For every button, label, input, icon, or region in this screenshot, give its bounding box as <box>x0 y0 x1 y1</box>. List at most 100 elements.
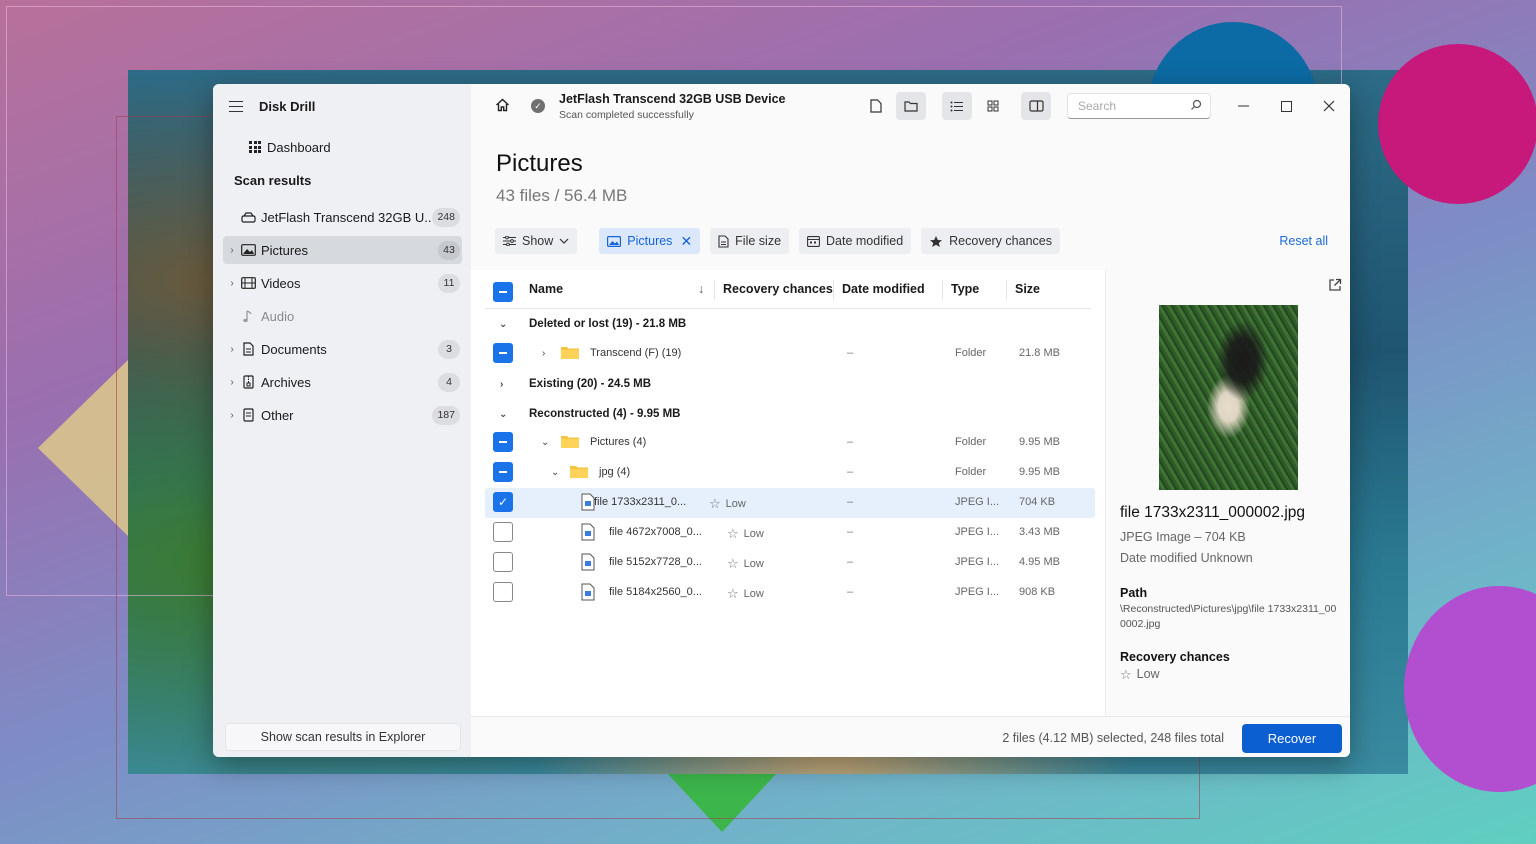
folder-icon <box>561 347 579 359</box>
chevron-right-icon[interactable]: › <box>225 377 239 388</box>
sidebar: Disk Drill Dashboard Scan results JetFla… <box>213 84 471 757</box>
row-checkbox[interactable] <box>493 552 513 572</box>
archive-icon <box>239 375 257 389</box>
count-badge: 187 <box>432 405 460 425</box>
minimize-button[interactable] <box>1231 94 1255 118</box>
select-all-checkbox[interactable] <box>493 282 513 302</box>
sidebar-item-pictures[interactable]: › Pictures 43 <box>223 236 462 264</box>
chevron-down-icon[interactable]: ⌄ <box>551 467 559 478</box>
open-external-icon[interactable] <box>1328 278 1342 297</box>
filter-bar: Show Pictures ✕ File size Date modified … <box>495 228 1060 254</box>
home-icon[interactable] <box>495 98 510 117</box>
file-size-filter-button[interactable]: File size <box>710 228 790 254</box>
app-window: Disk Drill Dashboard Scan results JetFla… <box>213 84 1350 757</box>
column-header-size[interactable]: Size <box>1015 282 1040 296</box>
table-row-group[interactable]: ⌄ Reconstructed (4) - 9.95 MB <box>471 400 1105 430</box>
preview-path-label: Path <box>1120 586 1148 600</box>
count-badge: 4 <box>438 372 460 392</box>
recover-button[interactable]: Recover <box>1242 724 1342 753</box>
file-icon <box>870 99 882 113</box>
list-view-button[interactable] <box>942 92 972 120</box>
sidebar-item-archives[interactable]: › Archives 4 <box>223 368 462 396</box>
sidebar-header: Disk Drill <box>213 84 471 128</box>
main-panel: ✓ JetFlash Transcend 32GB USB Device Sca… <box>471 84 1350 757</box>
file-view-button[interactable] <box>861 92 891 120</box>
table-header: Name ↓ Recovery chances Date modified Ty… <box>471 270 1105 310</box>
chevron-down-icon[interactable]: ⌄ <box>499 409 507 420</box>
row-checkbox[interactable] <box>493 462 513 482</box>
picture-icon <box>239 243 257 257</box>
preview-filename: file 1733x2311_000002.jpg <box>1120 504 1306 521</box>
recovery-low: ☆ Low <box>727 526 764 541</box>
device-title: JetFlash Transcend 32GB USB Device <box>559 92 786 106</box>
search-input[interactable]: Search <box>1067 93 1211 119</box>
preview-pane-button[interactable] <box>1021 92 1051 120</box>
count-badge: 3 <box>438 339 460 359</box>
sidebar-section-title: Scan results <box>234 173 312 188</box>
table-row[interactable]: ⌄ jpg (4) – Folder 9.95 MB <box>471 458 1105 488</box>
row-checkbox[interactable] <box>493 522 513 542</box>
maximize-icon <box>1280 100 1292 112</box>
sidebar-item-label: Audio <box>261 308 295 324</box>
table-row[interactable]: ⌄ Pictures (4) – Folder 9.95 MB <box>471 428 1105 458</box>
sidebar-item-documents[interactable]: › Documents 3 <box>223 335 462 363</box>
grid-view-button[interactable] <box>978 92 1008 120</box>
chevron-down-icon[interactable]: ⌄ <box>499 319 507 330</box>
star-outline-icon: ☆ <box>1120 667 1132 682</box>
table-row[interactable]: file 5152x7728_0... ☆ Low – JPEG I... 4.9… <box>471 548 1105 578</box>
calendar-icon <box>807 236 820 247</box>
table-row[interactable]: › Transcend (F) (19) – Folder 21.8 MB <box>471 339 1105 369</box>
date-modified-filter-button[interactable]: Date modified <box>799 228 912 254</box>
table-row[interactable]: file 4672x7008_0... ☆ Low – JPEG I... 3.4… <box>471 518 1105 548</box>
sidebar-item-audio[interactable]: Audio <box>223 302 462 330</box>
sidebar-item-dashboard[interactable]: Dashboard <box>213 130 471 164</box>
maximize-button[interactable] <box>1274 94 1298 118</box>
table-row-group[interactable]: ⌄ Deleted or lost (19) - 21.8 MB <box>471 310 1105 340</box>
topbar: ✓ JetFlash Transcend 32GB USB Device Sca… <box>471 84 1350 128</box>
preview-recovery-value: ☆ Low <box>1120 667 1160 682</box>
preview-path: \Reconstructed\Pictures\jpg\file 1733x23… <box>1120 603 1337 630</box>
page-title: Pictures <box>496 150 583 177</box>
music-note-icon <box>239 309 257 323</box>
star-outline-icon: ☆ <box>727 586 739 601</box>
row-checkbox[interactable] <box>493 432 513 452</box>
pictures-filter-chip[interactable]: Pictures ✕ <box>599 228 701 254</box>
chevron-right-icon[interactable]: › <box>225 245 239 256</box>
table-row[interactable]: file 5184x2560_0... ☆ Low – JPEG I... 908… <box>471 578 1105 608</box>
chevron-right-icon[interactable]: › <box>225 344 239 355</box>
table-row-selected[interactable]: ✓ file 1733x2311_0... ☆ Low – JPEG I... 7… <box>485 488 1095 518</box>
sort-arrow-down-icon[interactable]: ↓ <box>698 282 704 296</box>
column-header-recovery[interactable]: Recovery chances <box>723 282 833 296</box>
star-outline-icon: ☆ <box>727 526 739 541</box>
sidebar-item-other[interactable]: › Other 187 <box>223 401 462 429</box>
film-icon <box>239 276 257 290</box>
hamburger-menu-icon[interactable] <box>229 100 243 112</box>
sidebar-item-videos[interactable]: › Videos 11 <box>223 269 462 297</box>
row-checkbox[interactable] <box>493 582 513 602</box>
recovery-chances-filter-button[interactable]: Recovery chances <box>921 228 1060 254</box>
folder-icon <box>904 101 918 112</box>
selection-status: 2 files (4.12 MB) selected, 248 files to… <box>1002 731 1224 745</box>
close-button[interactable] <box>1317 94 1341 118</box>
chevron-down-icon[interactable]: ⌄ <box>541 437 549 448</box>
column-header-type[interactable]: Type <box>951 282 979 296</box>
document-icon <box>239 342 257 356</box>
column-header-date[interactable]: Date modified <box>842 282 925 296</box>
chevron-right-icon[interactable]: › <box>225 410 239 421</box>
chevron-right-icon[interactable]: › <box>542 348 545 359</box>
show-in-explorer-button[interactable]: Show scan results in Explorer <box>225 723 461 751</box>
sidebar-item-device[interactable]: JetFlash Transcend 32GB U... 248 <box>223 203 462 231</box>
table-row-group[interactable]: › Existing (20) - 24.5 MB <box>471 370 1105 400</box>
reset-all-link[interactable]: Reset all <box>1279 234 1328 248</box>
show-filter-button[interactable]: Show <box>495 228 578 254</box>
sidebar-item-label: Pictures <box>261 242 308 258</box>
dashboard-grid-icon <box>249 141 261 153</box>
remove-filter-close-icon[interactable]: ✕ <box>680 233 692 250</box>
row-checkbox-checked[interactable]: ✓ <box>493 492 513 512</box>
folder-view-button[interactable] <box>896 92 926 120</box>
column-header-name[interactable]: Name <box>529 282 563 296</box>
row-checkbox[interactable] <box>493 343 513 363</box>
chevron-right-icon[interactable]: › <box>225 278 239 289</box>
chevron-right-icon[interactable]: › <box>500 379 503 390</box>
preview-date: Date modified Unknown <box>1120 551 1253 565</box>
